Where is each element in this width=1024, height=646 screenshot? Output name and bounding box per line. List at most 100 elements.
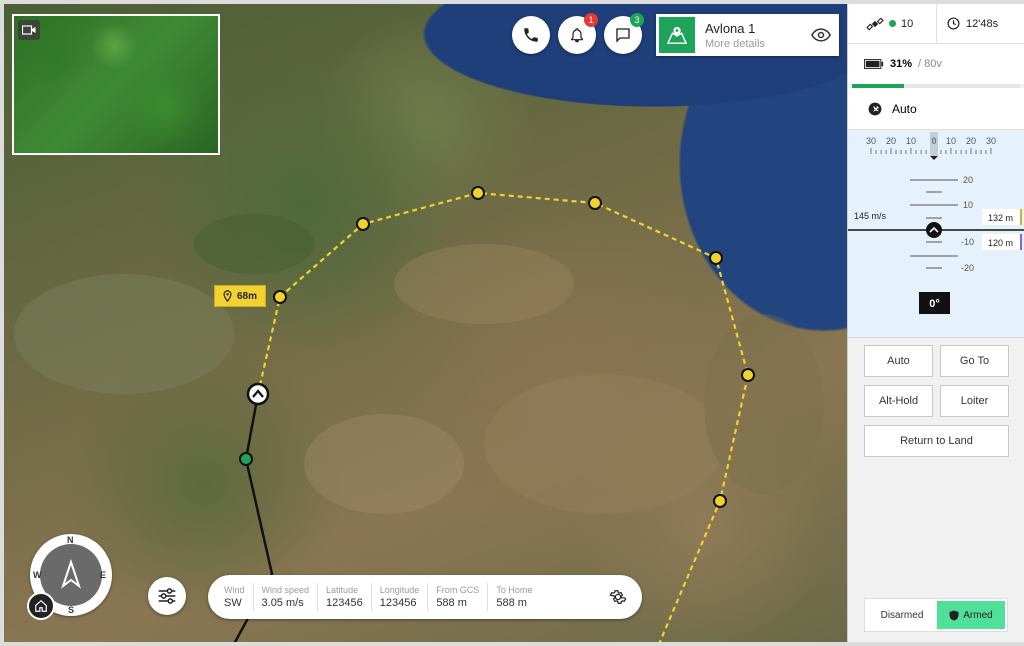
heading-pointer	[930, 132, 938, 156]
notifications-button[interactable]: 1	[558, 13, 598, 54]
return-to-land-button[interactable]: Return to Land	[864, 425, 1009, 457]
flight-time: 12'48s	[936, 3, 1024, 44]
chat-icon	[616, 28, 630, 43]
heading-tick-label: 20	[966, 136, 976, 146]
waypoint-altitude-value: 68m	[236, 290, 257, 302]
satellite-status: 10	[848, 15, 936, 33]
location-pin-icon	[223, 290, 232, 302]
pitch-label: -10	[961, 237, 974, 247]
gps-status-dot	[889, 20, 896, 27]
waypoint-4[interactable]	[588, 196, 602, 210]
goto-button[interactable]: Go To	[940, 345, 1009, 377]
heading-tick-label: 30	[866, 136, 876, 146]
mission-details-link[interactable]: More details	[705, 38, 803, 50]
info-longitude: Longitude 123456	[370, 583, 428, 611]
gear-icon[interactable]	[608, 587, 628, 607]
pitch-label: -20	[961, 263, 974, 273]
airspeed-readout: 145 m/s	[854, 211, 887, 221]
info-latitude: Latitude 123456	[317, 583, 371, 611]
heading-pointer-arrow	[930, 156, 938, 160]
info-from-gcs: From GCS 588 m	[427, 583, 487, 611]
phone-icon	[524, 28, 538, 42]
info-wind: Wind SW	[220, 583, 253, 611]
flight-time-value: 12'48s	[966, 17, 999, 30]
waypoint-1[interactable]	[273, 290, 287, 304]
info-wind-speed: Wind speed 3.05 m/s	[252, 583, 318, 611]
airspeed-value: 145 m/s	[854, 211, 887, 221]
map-settings-button[interactable]	[148, 577, 186, 615]
altitude-current-value: 120 m	[988, 238, 1013, 248]
terrain-texture	[14, 214, 824, 514]
compass[interactable]: N S E W	[27, 534, 112, 620]
mission-card[interactable]: Avlona 1 More details	[656, 14, 839, 56]
battery-voltage: / 80v	[918, 58, 942, 70]
messages-badge: 3	[630, 13, 644, 27]
flight-mode-value: Auto	[892, 101, 917, 116]
eye-icon[interactable]	[803, 17, 839, 53]
map-pin-icon	[659, 17, 695, 53]
home-icon	[35, 599, 47, 612]
info-value: 123456	[379, 597, 417, 609]
waypoint-5[interactable]	[709, 251, 723, 265]
pitch-label: 20	[963, 175, 973, 185]
compass-north: N	[67, 535, 74, 545]
notifications-badge: 1	[584, 13, 598, 27]
clock-icon	[947, 17, 960, 30]
battery-status: 31% / 80v	[848, 44, 1024, 84]
info-value: SW	[224, 597, 242, 609]
auto-mode-button[interactable]: Auto	[864, 345, 933, 377]
attitude-indicator: 30 20 10 0 10 20 30	[848, 130, 1024, 338]
waypoint-2[interactable]	[356, 217, 370, 231]
altitude-target-value: 132 m	[988, 213, 1013, 223]
camera-preview[interactable]	[12, 14, 220, 155]
sliders-icon	[158, 588, 176, 604]
waypoint-7[interactable]	[713, 494, 727, 508]
bell-icon	[571, 28, 583, 43]
info-value: 3.05 m/s	[261, 597, 304, 609]
compass-west: W	[33, 570, 42, 580]
telemetry-info-bar: Wind SW Wind speed 3.05 m/s Latitude 123…	[208, 575, 642, 619]
video-camera-icon[interactable]	[18, 20, 40, 40]
alt-hold-button[interactable]: Alt-Hold	[864, 385, 933, 417]
satellite-count: 10	[901, 17, 914, 30]
shield-icon	[949, 610, 959, 620]
home-button[interactable]	[27, 592, 55, 620]
flight-mode: Auto	[848, 88, 1024, 130]
heading-tick-label: 20	[886, 136, 896, 146]
waypoint-6[interactable]	[741, 368, 755, 382]
info-value: 123456	[326, 597, 363, 609]
disarmed-option[interactable]: Disarmed	[867, 601, 937, 629]
map-view[interactable]: 1 3 Avlona 1 More details 68m N S E W Wi…	[4, 4, 847, 642]
aircraft-symbol	[926, 222, 942, 238]
status-row: 10 12'48s	[848, 3, 1024, 44]
pitch-label: 10	[963, 200, 973, 210]
info-to-home: To Home 588 m	[487, 583, 540, 611]
satellite-icon	[866, 17, 884, 30]
control-panel: 10 12'48s 31% / 80v Auto 30 20 10 0 10 2…	[847, 3, 1024, 642]
loiter-button[interactable]: Loiter	[940, 385, 1009, 417]
info-label: Longitude	[379, 585, 420, 595]
airplane-icon	[868, 102, 882, 115]
heading-tick-label: 10	[946, 136, 956, 146]
info-label: From GCS	[436, 585, 480, 595]
battery-icon	[864, 59, 884, 69]
armed-label: Armed	[963, 609, 993, 621]
compass-south: S	[68, 605, 75, 615]
info-label: Wind speed	[261, 585, 310, 595]
info-label: Wind	[224, 585, 245, 595]
messages-button[interactable]: 3	[604, 13, 644, 54]
compass-east: E	[100, 570, 107, 580]
info-label: Latitude	[326, 585, 359, 595]
waypoint-altitude-label: 68m	[214, 285, 266, 307]
armed-option[interactable]: Armed	[937, 601, 1005, 629]
drone-marker[interactable]	[246, 382, 270, 406]
heading-value: 0°	[929, 298, 940, 310]
arming-toggle[interactable]: Disarmed Armed	[864, 598, 1008, 632]
info-label: To Home	[496, 585, 533, 595]
mission-title: Avlona 1	[705, 20, 756, 36]
call-button[interactable]	[512, 16, 550, 54]
info-value: 588 m	[436, 597, 467, 609]
start-point-marker	[239, 452, 253, 466]
waypoint-3[interactable]	[471, 186, 485, 200]
info-value: 588 m	[496, 597, 527, 609]
